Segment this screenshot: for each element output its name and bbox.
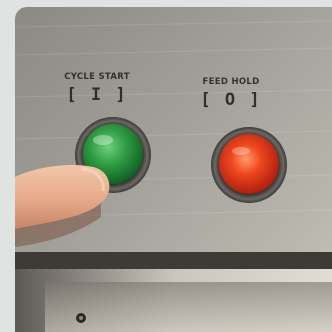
photo-canvas — [15, 7, 332, 332]
control-panel-photo: CYCLE START [ I ] FEED HOLD [ O ] — [15, 7, 332, 332]
feed-hold-symbol: [ O ] — [200, 90, 262, 110]
cycle-start-label: CYCLE START — [64, 72, 130, 82]
feed-hold-label: FEED HOLD — [202, 77, 260, 87]
feed-hold-button[interactable] — [219, 134, 279, 194]
cycle-start-symbol: [ I ] — [66, 85, 128, 105]
lower-shelf — [45, 282, 332, 332]
